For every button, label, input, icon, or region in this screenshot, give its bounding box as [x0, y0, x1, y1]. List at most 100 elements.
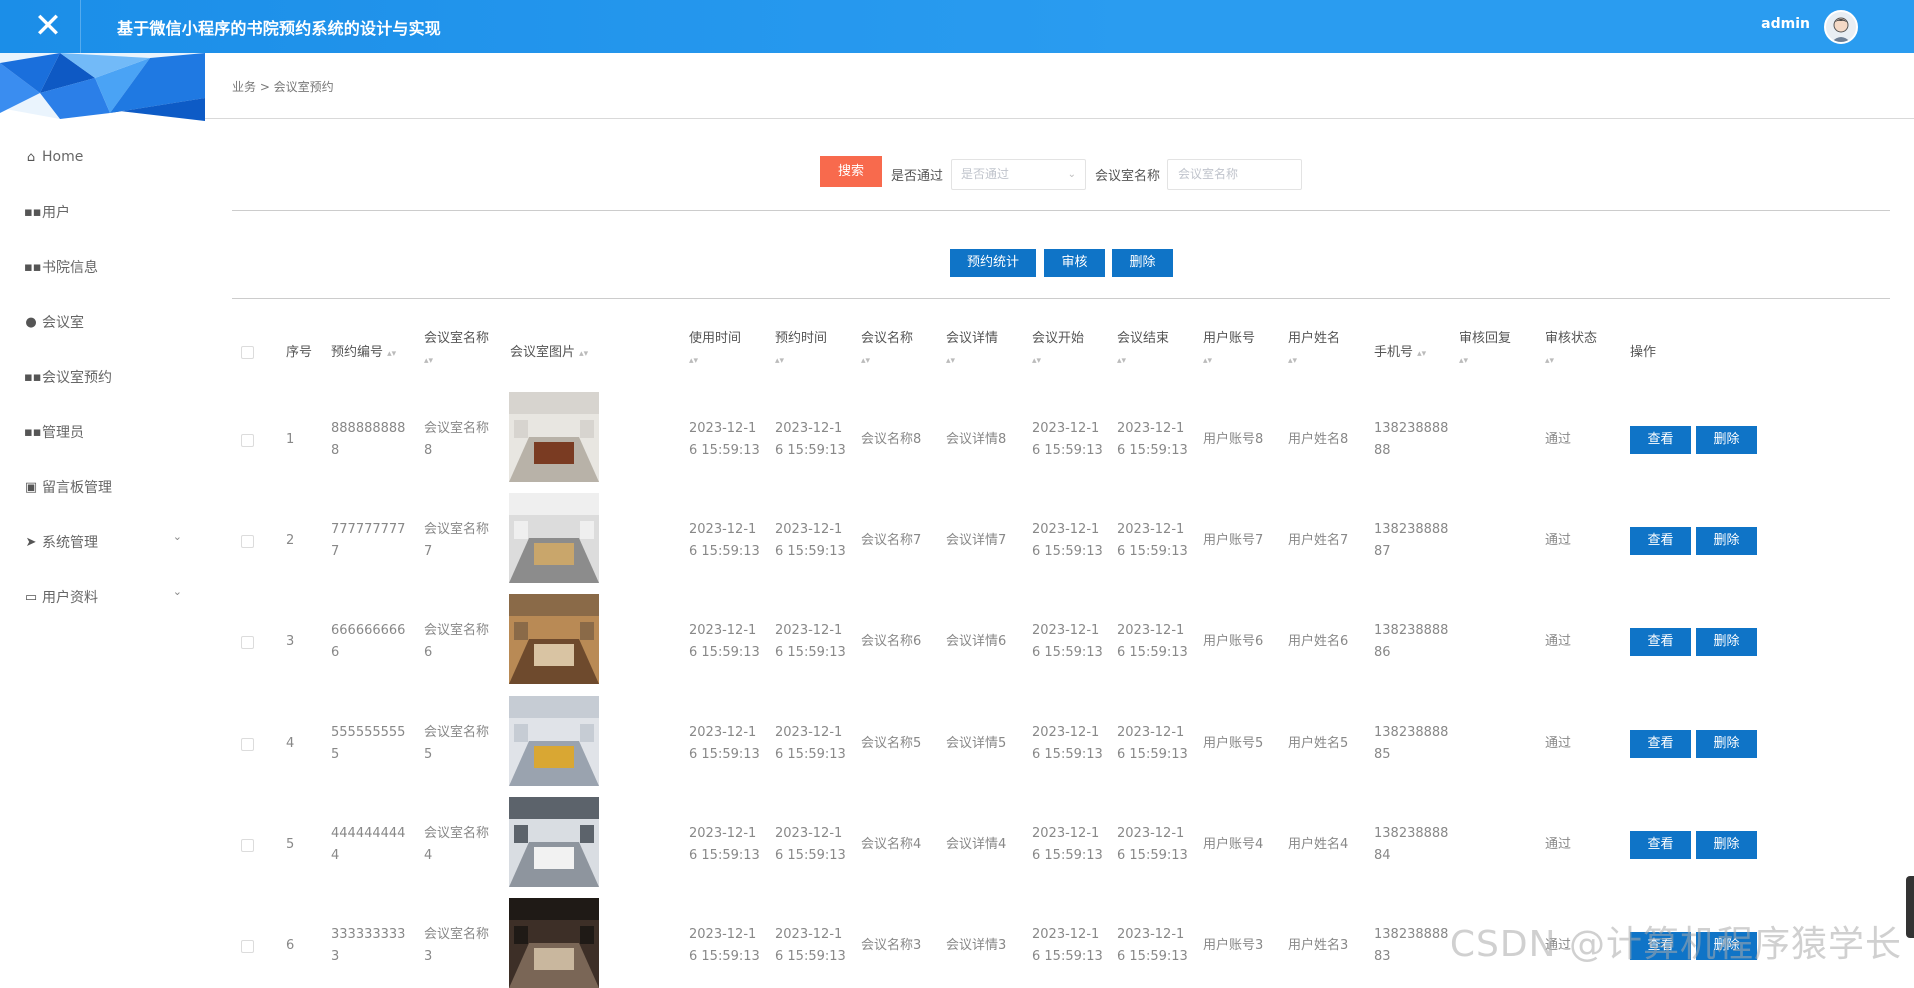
cell-line: 88 — [1374, 443, 1391, 458]
col-room-image[interactable]: 会议室图片 ▴▾ — [510, 342, 588, 365]
sort-icon[interactable]: ▴▾ — [861, 356, 870, 366]
sort-icon[interactable]: ▴▾ — [1032, 356, 1041, 366]
col-index: 序号 — [286, 345, 313, 360]
cell-line: 2023-12-1 — [775, 522, 843, 537]
search-button[interactable]: 搜索 — [820, 156, 882, 187]
cell-line: 6 15:59:13 — [689, 949, 760, 964]
row-checkbox[interactable] — [241, 434, 254, 447]
cell-meeting-detail: 会议详情6 — [946, 634, 1007, 649]
cell-start: 2023-12-1 6 15:59:13 — [1032, 722, 1103, 766]
sort-icon[interactable]: ▴▾ — [775, 356, 784, 366]
close-icon[interactable]: ✕ — [30, 8, 66, 44]
bulk-delete-button[interactable]: 删除 — [1112, 249, 1173, 277]
sidebar-item-home[interactable]: ⌂ Home — [24, 145, 194, 169]
cell-line: 444444444 — [331, 826, 406, 841]
sort-icon[interactable]: ▴▾ — [579, 349, 588, 359]
scrollbar-handle[interactable] — [1906, 876, 1914, 938]
cell-phone: 138238888 83 — [1374, 924, 1448, 968]
sidebar-item-system[interactable]: ➤ 系统管理 ⌄ — [24, 530, 194, 554]
view-button[interactable]: 查看 — [1630, 628, 1691, 656]
delete-button[interactable]: 删除 — [1696, 426, 1757, 454]
cell-account: 用户账号5 — [1203, 736, 1264, 751]
room-image[interactable] — [509, 493, 599, 583]
sort-icon[interactable]: ▴▾ — [387, 349, 396, 359]
col-meeting-name[interactable]: 会议名称 ▴▾ — [861, 328, 913, 372]
row-checkbox[interactable] — [241, 940, 254, 953]
sidebar-item-label: 用户资料 — [42, 590, 98, 606]
cell-room-name: 会议室名称 8 — [424, 418, 489, 462]
cell-start: 2023-12-1 6 15:59:13 — [1032, 620, 1103, 664]
view-button[interactable]: 查看 — [1630, 730, 1691, 758]
cell-line: 8 — [424, 443, 433, 458]
col-user-name[interactable]: 用户姓名 ▴▾ — [1288, 328, 1340, 372]
sort-icon[interactable]: ▴▾ — [1203, 356, 1212, 366]
sort-icon[interactable]: ▴▾ — [1288, 356, 1297, 366]
sort-icon[interactable]: ▴▾ — [1459, 356, 1468, 366]
cell-line: 6 15:59:13 — [775, 949, 846, 964]
sidebar-item-admin[interactable]: ▪▪ 管理员 — [24, 420, 194, 444]
col-reply[interactable]: 审核回复 ▴▾ — [1459, 328, 1511, 372]
sidebar-item-users[interactable]: ▪▪ 用户 — [24, 200, 194, 224]
cell-line: 5 — [424, 747, 433, 762]
approved-label: 是否通过 — [891, 169, 944, 184]
delete-button[interactable]: 删除 — [1696, 730, 1757, 758]
col-end[interactable]: 会议结束 ▴▾ — [1117, 328, 1169, 372]
select-all-checkbox[interactable] — [241, 346, 254, 359]
cell-meeting-detail: 会议详情7 — [946, 533, 1007, 548]
col-account[interactable]: 用户账号 ▴▾ — [1203, 328, 1255, 372]
sort-icon[interactable]: ▴▾ — [946, 356, 955, 366]
view-button[interactable]: 查看 — [1630, 426, 1691, 454]
col-status[interactable]: 审核状态 ▴▾ — [1545, 328, 1597, 372]
col-book-time[interactable]: 预约时间 ▴▾ — [775, 328, 827, 372]
col-phone[interactable]: 手机号 ▴▾ — [1374, 342, 1426, 365]
booking-stats-button[interactable]: 预约统计 — [950, 249, 1036, 277]
sort-icon[interactable]: ▴▾ — [1417, 349, 1426, 359]
sidebar-item-academy-info[interactable]: ▪▪ 书院信息 — [24, 255, 194, 279]
cell-line: 2023-12-1 — [775, 623, 843, 638]
room-name-input[interactable]: 会议室名称 — [1167, 159, 1302, 190]
delete-button[interactable]: 删除 — [1696, 527, 1757, 555]
col-room-name[interactable]: 会议室名称 ▴▾ — [424, 328, 489, 372]
view-button[interactable]: 查看 — [1630, 527, 1691, 555]
sort-icon[interactable]: ▴▾ — [689, 356, 698, 366]
sidebar-item-message-board[interactable]: ▣ 留言板管理 — [24, 475, 194, 499]
sort-icon[interactable]: ▴▾ — [424, 356, 433, 366]
row-checkbox[interactable] — [241, 839, 254, 852]
cell-line: 138238888 — [1374, 623, 1449, 638]
view-button[interactable]: 查看 — [1630, 831, 1691, 859]
col-start[interactable]: 会议开始 ▴▾ — [1032, 328, 1084, 372]
cell-room-name: 会议室名称 4 — [424, 823, 489, 867]
approved-select[interactable]: 是否通过 ⌄ — [951, 159, 1086, 190]
sidebar-item-profile[interactable]: ▭ 用户资料 ⌄ — [24, 585, 194, 609]
cell-start: 2023-12-1 6 15:59:13 — [1032, 519, 1103, 563]
cell-line: 6 — [331, 645, 340, 660]
user-name[interactable]: admin — [1761, 16, 1810, 32]
review-button[interactable]: 审核 — [1044, 249, 1105, 277]
row-checkbox[interactable] — [241, 636, 254, 649]
sidebar-item-meeting-room[interactable]: ● 会议室 — [24, 310, 194, 334]
delete-button[interactable]: 删除 — [1696, 831, 1757, 859]
delete-button[interactable]: 删除 — [1696, 628, 1757, 656]
room-image[interactable] — [509, 797, 599, 887]
cell-line: 2023-12-1 — [1032, 421, 1100, 436]
cell-index: 1 — [286, 432, 295, 447]
cell-index: 2 — [286, 533, 295, 548]
cell-use-time: 2023-12-1 6 15:59:13 — [689, 823, 760, 867]
sort-icon[interactable]: ▴▾ — [1117, 356, 1126, 366]
room-image[interactable] — [509, 898, 599, 988]
sidebar-item-label: 会议室预约 — [42, 370, 112, 386]
room-image[interactable] — [509, 392, 599, 482]
cell-line: 6 15:59:13 — [689, 443, 760, 458]
col-booking-no[interactable]: 预约编号 ▴▾ — [331, 342, 396, 365]
row-checkbox[interactable] — [241, 535, 254, 548]
row-checkbox[interactable] — [241, 738, 254, 751]
avatar[interactable] — [1824, 10, 1858, 44]
room-image[interactable] — [509, 696, 599, 786]
col-meeting-detail[interactable]: 会议详情 ▴▾ — [946, 328, 998, 372]
room-image[interactable] — [509, 594, 599, 684]
sort-icon[interactable]: ▴▾ — [1545, 356, 1554, 366]
col-use-time[interactable]: 使用时间 ▴▾ — [689, 328, 741, 372]
cell-line: 4 — [331, 848, 340, 863]
sidebar-item-room-booking[interactable]: ▪▪ 会议室预约 — [24, 365, 194, 389]
cell-line: 会议室名称 — [424, 623, 490, 638]
